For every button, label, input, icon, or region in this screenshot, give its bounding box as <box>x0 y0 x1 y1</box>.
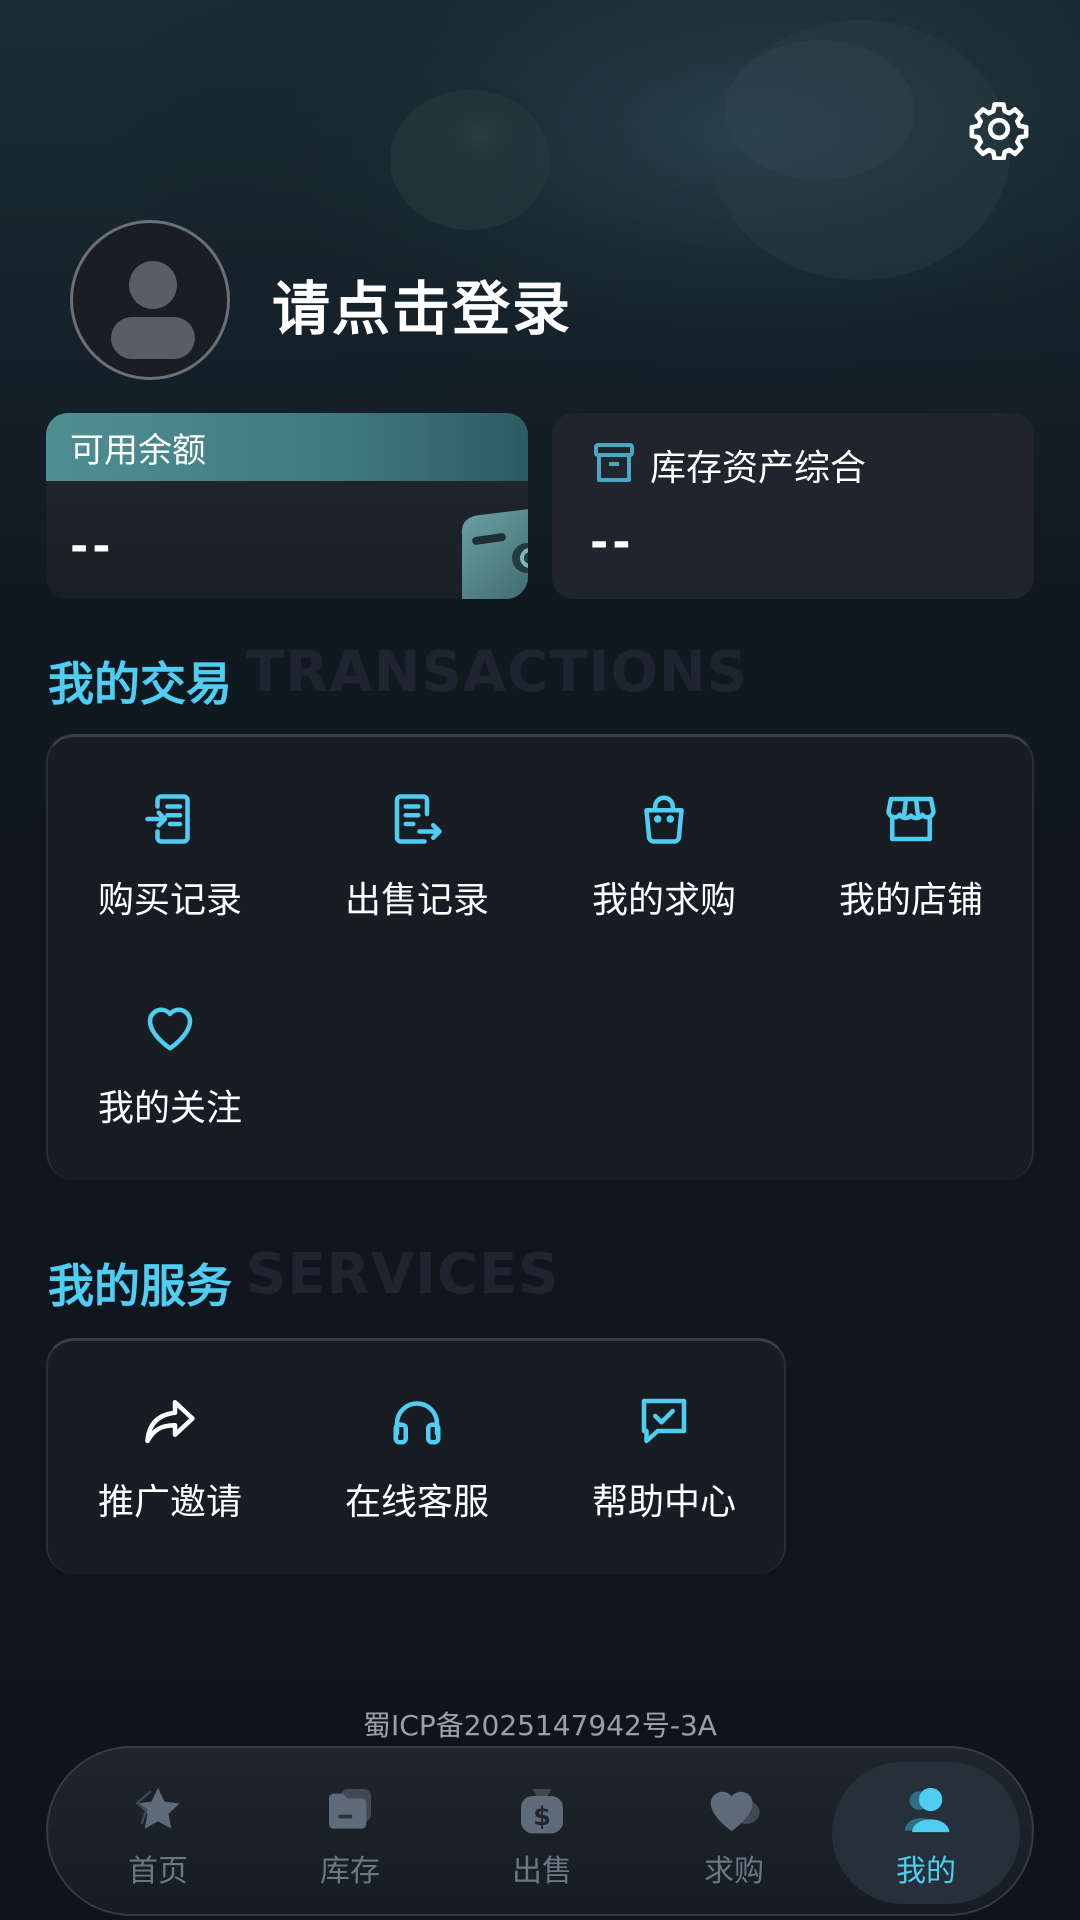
archive-box-icon <box>594 443 634 482</box>
tab-inventory[interactable]: 库存 <box>256 1762 444 1904</box>
heart-icon <box>147 1007 193 1051</box>
headphones-icon <box>393 1401 441 1445</box>
tab-sell-label: 出售 <box>512 1854 572 1889</box>
share-icon <box>145 1400 195 1444</box>
avatar-body-shape <box>111 317 195 359</box>
stock-assets-card[interactable]: 库存资产综合 -- <box>552 413 1034 599</box>
tab-sell[interactable]: $ 出售 <box>448 1762 636 1904</box>
sell-record-icon <box>394 794 442 844</box>
tab-wanted-label: 求购 <box>704 1854 764 1889</box>
help-center-label: 帮助中心 <box>591 1482 736 1523</box>
my-store-label: 我的店铺 <box>838 880 983 921</box>
shopping-bag-icon <box>644 795 684 844</box>
login-prompt[interactable]: 请点击登录 <box>272 262 572 346</box>
transactions-title: 我的交易 <box>48 657 232 711</box>
svg-text:$: $ <box>533 1802 551 1832</box>
buy-record-label: 购买记录 <box>97 880 242 921</box>
buy-record-icon <box>145 794 190 844</box>
icp-license-text[interactable]: 蜀ICP备2025147942号-3A <box>0 1704 1080 1744</box>
dollar-bag-icon: $ <box>521 1789 563 1834</box>
heart-icon <box>710 1791 760 1831</box>
tab-mine-label: 我的 <box>896 1854 956 1889</box>
promotion-invite-label: 推广邀请 <box>97 1482 242 1523</box>
services-panel: 推广邀请 在线客服 帮助中心 <box>46 1338 786 1574</box>
user-icon <box>904 1787 950 1833</box>
balance-value: -- <box>70 521 115 572</box>
services-title: 我的服务 <box>48 1259 232 1313</box>
sell-record-label: 出售记录 <box>344 880 489 921</box>
promotion-invite-item[interactable]: 推广邀请 <box>70 1391 270 1525</box>
profile-page: 请点击登录 可用余额 -- 库存资产综合 -- 我的交易 TRANSACTION… <box>0 0 1080 1920</box>
stock-assets-label: 库存资产综合 <box>650 448 867 489</box>
bottom-tab-bar: 首页 库存 $ 出售 求购 我的 <box>46 1746 1034 1916</box>
store-icon <box>886 796 936 842</box>
star-icon <box>135 1787 180 1829</box>
balance-card[interactable]: 可用余额 -- <box>46 413 528 599</box>
wallet-icon <box>461 509 528 599</box>
avatar[interactable] <box>70 220 230 380</box>
chat-check-icon <box>641 1398 687 1444</box>
tab-home-label: 首页 <box>128 1854 188 1889</box>
stock-assets-value: -- <box>590 517 635 568</box>
my-follows-label: 我的关注 <box>97 1088 242 1129</box>
online-service-item[interactable]: 在线客服 <box>317 1391 517 1525</box>
tab-home[interactable]: 首页 <box>64 1762 252 1904</box>
online-service-label: 在线客服 <box>344 1482 489 1523</box>
folder-icon <box>329 1789 371 1829</box>
services-subtitle: SERVICES <box>246 1242 560 1307</box>
sell-record-item[interactable]: 出售记录 <box>317 789 517 923</box>
help-center-item[interactable]: 帮助中心 <box>564 1391 764 1525</box>
transactions-panel: 购买记录 出售记录 我的求购 我的店铺 我的关注 <box>46 734 1034 1180</box>
tab-mine[interactable]: 我的 <box>832 1762 1020 1904</box>
avatar-head-shape <box>129 261 177 309</box>
transactions-subtitle: TRANSACTIONS <box>246 640 749 705</box>
tab-inventory-label: 库存 <box>320 1854 380 1889</box>
my-wanted-item[interactable]: 我的求购 <box>564 789 764 923</box>
settings-gear-icon[interactable] <box>968 98 1030 160</box>
balance-label: 可用余额 <box>70 431 206 471</box>
buy-record-item[interactable]: 购买记录 <box>70 789 270 923</box>
my-follows-item[interactable]: 我的关注 <box>70 997 270 1131</box>
my-store-item[interactable]: 我的店铺 <box>811 789 1011 923</box>
tab-wanted[interactable]: 求购 <box>640 1762 828 1904</box>
my-wanted-label: 我的求购 <box>591 880 736 921</box>
